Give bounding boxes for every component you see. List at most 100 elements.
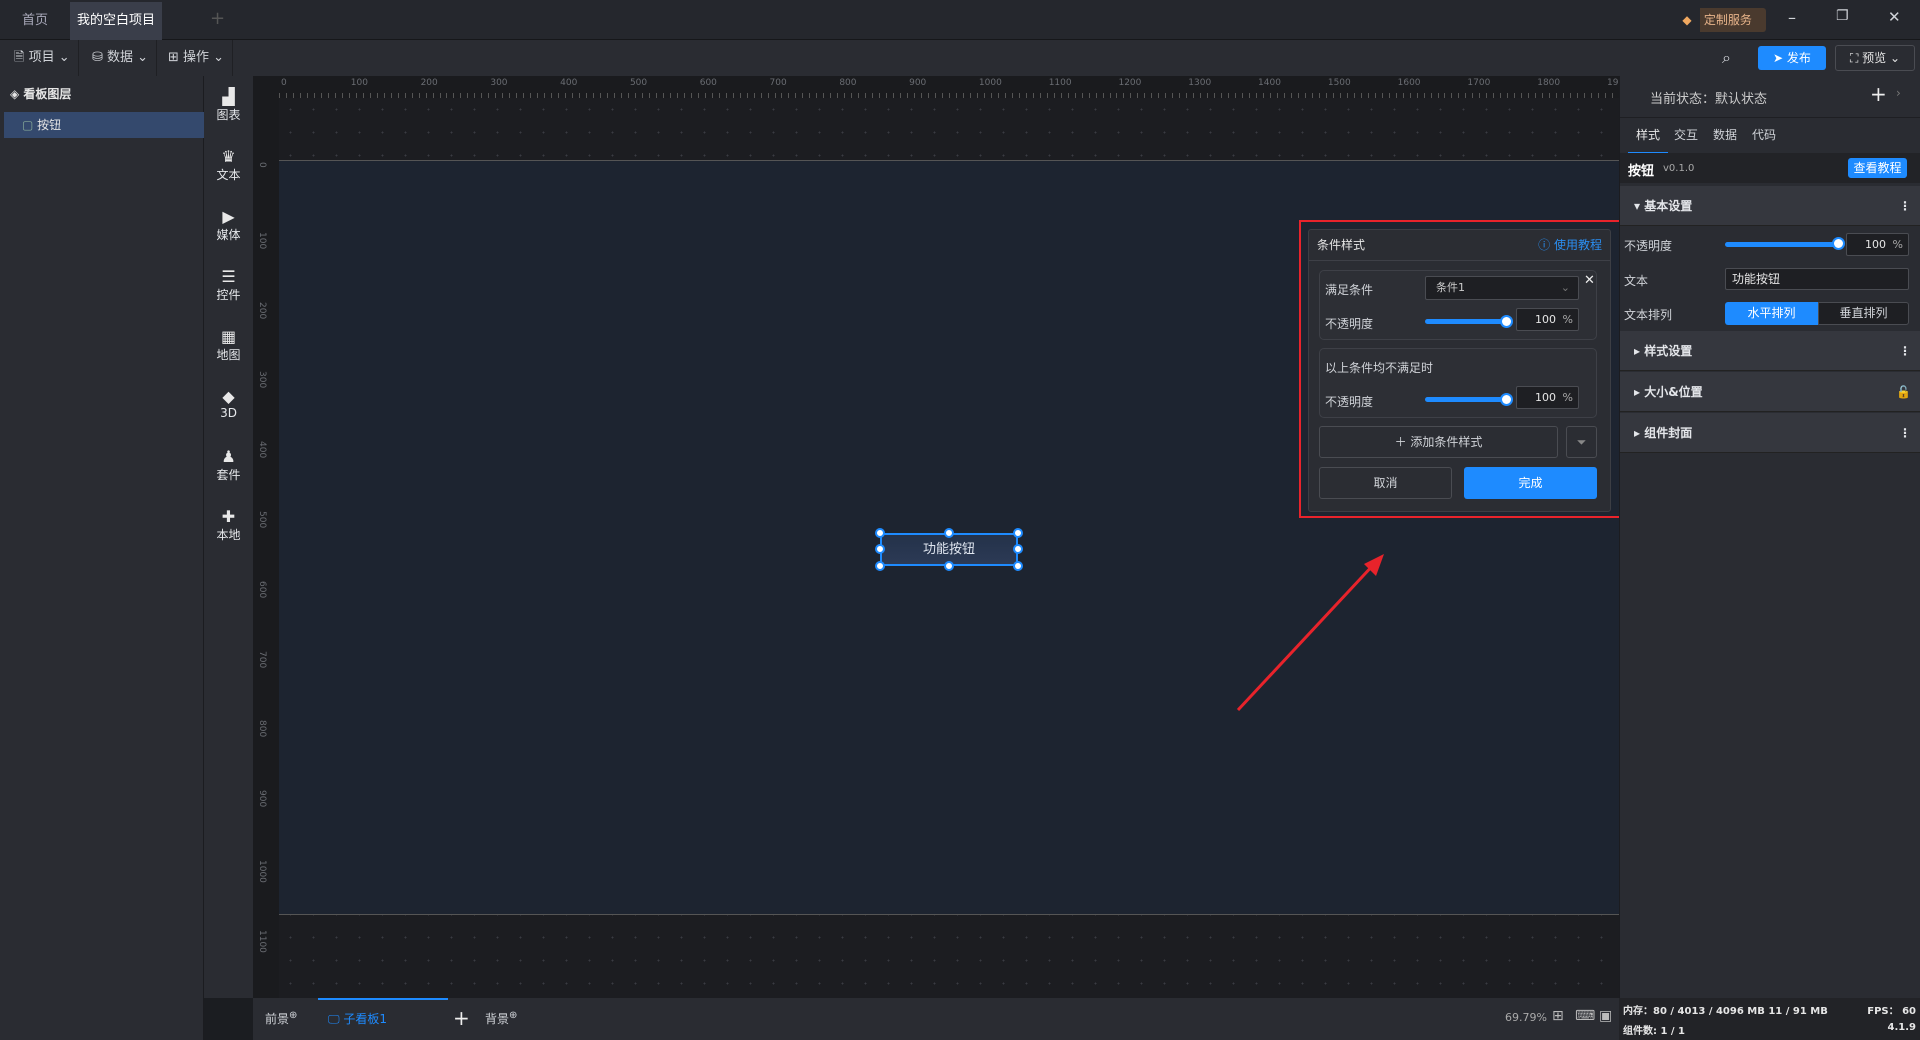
resize-handle[interactable] [875, 544, 885, 554]
ruler-left-label: 200 [257, 301, 267, 319]
tab-data[interactable]: 数据 [1706, 118, 1744, 152]
foreground-label: 前景 [265, 1012, 290, 1026]
more-icon[interactable]: ⋮ [1899, 186, 1911, 226]
section-size-position-label: 大小&位置 [1644, 385, 1703, 399]
ruler-left-label: 100 [257, 231, 267, 249]
align-horizontal-button[interactable]: 水平排列 [1725, 302, 1818, 325]
resize-handle[interactable] [944, 528, 954, 538]
properties-panel: 当前状态：默认状态 + › 样式 交互 数据 代码 按钮 v0.1.0 查看教程… [1619, 76, 1920, 998]
resize-handle[interactable] [875, 528, 885, 538]
component-4[interactable]: ▦ 地图 [204, 328, 253, 363]
component-label: 文本 [216, 168, 241, 182]
tab-code[interactable]: 代码 [1746, 118, 1782, 152]
custom-service-button[interactable]: ◆ 定制服务 [1674, 8, 1766, 32]
align-vertical-button[interactable]: 垂直排列 [1818, 302, 1909, 325]
add-condition-button[interactable]: ＋ 添加条件样式 [1319, 426, 1558, 458]
view-tutorial-button[interactable]: 查看教程 [1848, 158, 1907, 178]
component-0[interactable]: ▟ 图表 [204, 88, 253, 123]
foreground-tab[interactable]: 前景⊕ [265, 1010, 297, 1027]
resize-handle[interactable] [1013, 528, 1023, 538]
ruler-left-label: 0 [257, 162, 267, 168]
chevron-right-icon[interactable]: › [1896, 86, 1901, 100]
tab-project[interactable]: 我的空白项目 ● [70, 2, 162, 66]
section-basic[interactable]: ▾ 基本设置 ⋮ [1620, 186, 1920, 226]
more-icon[interactable]: ⋮ [1899, 413, 1911, 453]
component-3[interactable]: ☰ 控件 [204, 268, 253, 303]
condition-select[interactable]: 条件1 ⌄ [1425, 276, 1579, 300]
layer-item-button[interactable]: ▢ 按钮 [4, 112, 204, 138]
new-tab-icon[interactable]: + [210, 8, 225, 29]
terminal-icon[interactable]: ▣ [1599, 1008, 1612, 1024]
component-7[interactable]: ✚ 本地 [204, 508, 253, 543]
minimize-icon[interactable]: – [1788, 8, 1796, 27]
close-icon[interactable]: ✕ [1888, 8, 1901, 26]
opacity-slider-2[interactable] [1425, 397, 1507, 402]
tab-interaction[interactable]: 交互 [1668, 118, 1704, 152]
menu-data[interactable]: ⛁ 数据 ⌄ [84, 40, 158, 76]
cancel-button[interactable]: 取消 [1319, 467, 1452, 499]
tab-home[interactable]: 首页 [0, 2, 70, 40]
opacity-slider-2-knob[interactable] [1500, 393, 1513, 406]
component-2[interactable]: ▶ 媒体 [204, 208, 253, 243]
component-1[interactable]: ♛ 文本 [204, 148, 253, 183]
restore-icon[interactable]: ❐ [1836, 8, 1849, 24]
add-foreground-icon[interactable]: ⊕ [289, 1010, 297, 1021]
opacity-slider[interactable] [1725, 242, 1839, 247]
tab-project-label: 我的空白项目 [76, 13, 155, 28]
section-size-position[interactable]: ▸ 大小&位置 🔓 [1620, 372, 1920, 412]
ruler-top-label: 200 [420, 78, 438, 88]
tab-style[interactable]: 样式 [1628, 118, 1668, 154]
ruler-left-label: 400 [257, 441, 267, 459]
menu-project[interactable]: 🗎 项目 ⌄ [6, 40, 79, 76]
opacity-input-1[interactable]: 100% [1516, 308, 1579, 331]
component-6[interactable]: ♟ 套件 [204, 448, 253, 483]
remove-condition-icon[interactable]: ✕ [1584, 273, 1595, 288]
component-5[interactable]: ◆ 3D [204, 388, 253, 421]
preview-button[interactable]: ⛶ 预览 ⌄ [1835, 45, 1915, 71]
opacity-slider-knob[interactable] [1832, 237, 1845, 250]
more-icon[interactable]: ⋮ [1899, 331, 1911, 371]
done-button[interactable]: 完成 [1464, 467, 1597, 499]
add-background-icon[interactable]: ⊕ [509, 1010, 517, 1021]
menu-operate[interactable]: ⊞ 操作 ⌄ [160, 40, 234, 76]
condition-style-dialog: 条件样式 ⓘ 使用教程 满足条件 条件1 ⌄ ✕ 不透明度 100% 以上条件均不… [1308, 229, 1611, 512]
resize-handle[interactable] [875, 561, 885, 571]
add-board-icon[interactable]: + [453, 1006, 470, 1030]
lock-icon[interactable]: 🔓 [1896, 372, 1911, 412]
filter-add-icon[interactable]: ⏷ [1566, 426, 1597, 458]
subboard-tab[interactable]: 🖵 子看板1 [318, 998, 448, 1040]
add-state-icon[interactable]: + [1870, 82, 1887, 106]
fit-screen-icon[interactable]: ⊞ [1552, 1008, 1564, 1024]
background-tab[interactable]: 背景⊕ [485, 1010, 517, 1027]
subboard-label: 子看板1 [343, 1012, 388, 1026]
opacity-input[interactable]: 100% [1846, 233, 1909, 256]
keyboard-icon[interactable]: ⌨ [1575, 1008, 1595, 1024]
layers-panel: ◈ 看板图层 ▢ 按钮 [0, 76, 204, 1040]
resize-handle[interactable] [1013, 561, 1023, 571]
section-cover[interactable]: ▸ 组件封面 ⋮ [1620, 413, 1920, 453]
ruler-top-label: 1000 [978, 78, 1002, 88]
app-version: 4.1.9 [1887, 1022, 1916, 1033]
component-count: 组件数: 1 / 1 [1623, 1026, 1686, 1037]
component-version: v0.1.0 [1663, 163, 1695, 174]
opacity-slider-1-knob[interactable] [1500, 315, 1513, 328]
text-input[interactable]: 功能按钮 [1725, 268, 1909, 290]
layer-item-label: 按钮 [37, 118, 62, 132]
layers-title: ◈ 看板图层 [10, 87, 72, 101]
search-icon[interactable]: ⌕ [1722, 48, 1731, 68]
section-style[interactable]: ▸ 样式设置 ⋮ [1620, 331, 1920, 371]
publish-button[interactable]: ➤ 发布 [1758, 46, 1826, 70]
opacity-slider-1[interactable] [1425, 319, 1507, 324]
component-icon: ♛ [221, 147, 236, 166]
menu-data-label: 数据 [107, 50, 134, 65]
preview-label: 预览 [1862, 51, 1887, 65]
condition-value: 条件1 [1436, 281, 1465, 294]
help-link[interactable]: ⓘ 使用教程 [1538, 230, 1602, 260]
component-icon: ▦ [220, 327, 237, 346]
resize-handle[interactable] [944, 561, 954, 571]
opacity-input-2[interactable]: 100% [1516, 386, 1579, 409]
ruler-left-label: 300 [257, 371, 267, 389]
menu-operate-label: 操作 [183, 50, 210, 65]
resize-handle[interactable] [1013, 544, 1023, 554]
component-label: 地图 [216, 348, 241, 362]
